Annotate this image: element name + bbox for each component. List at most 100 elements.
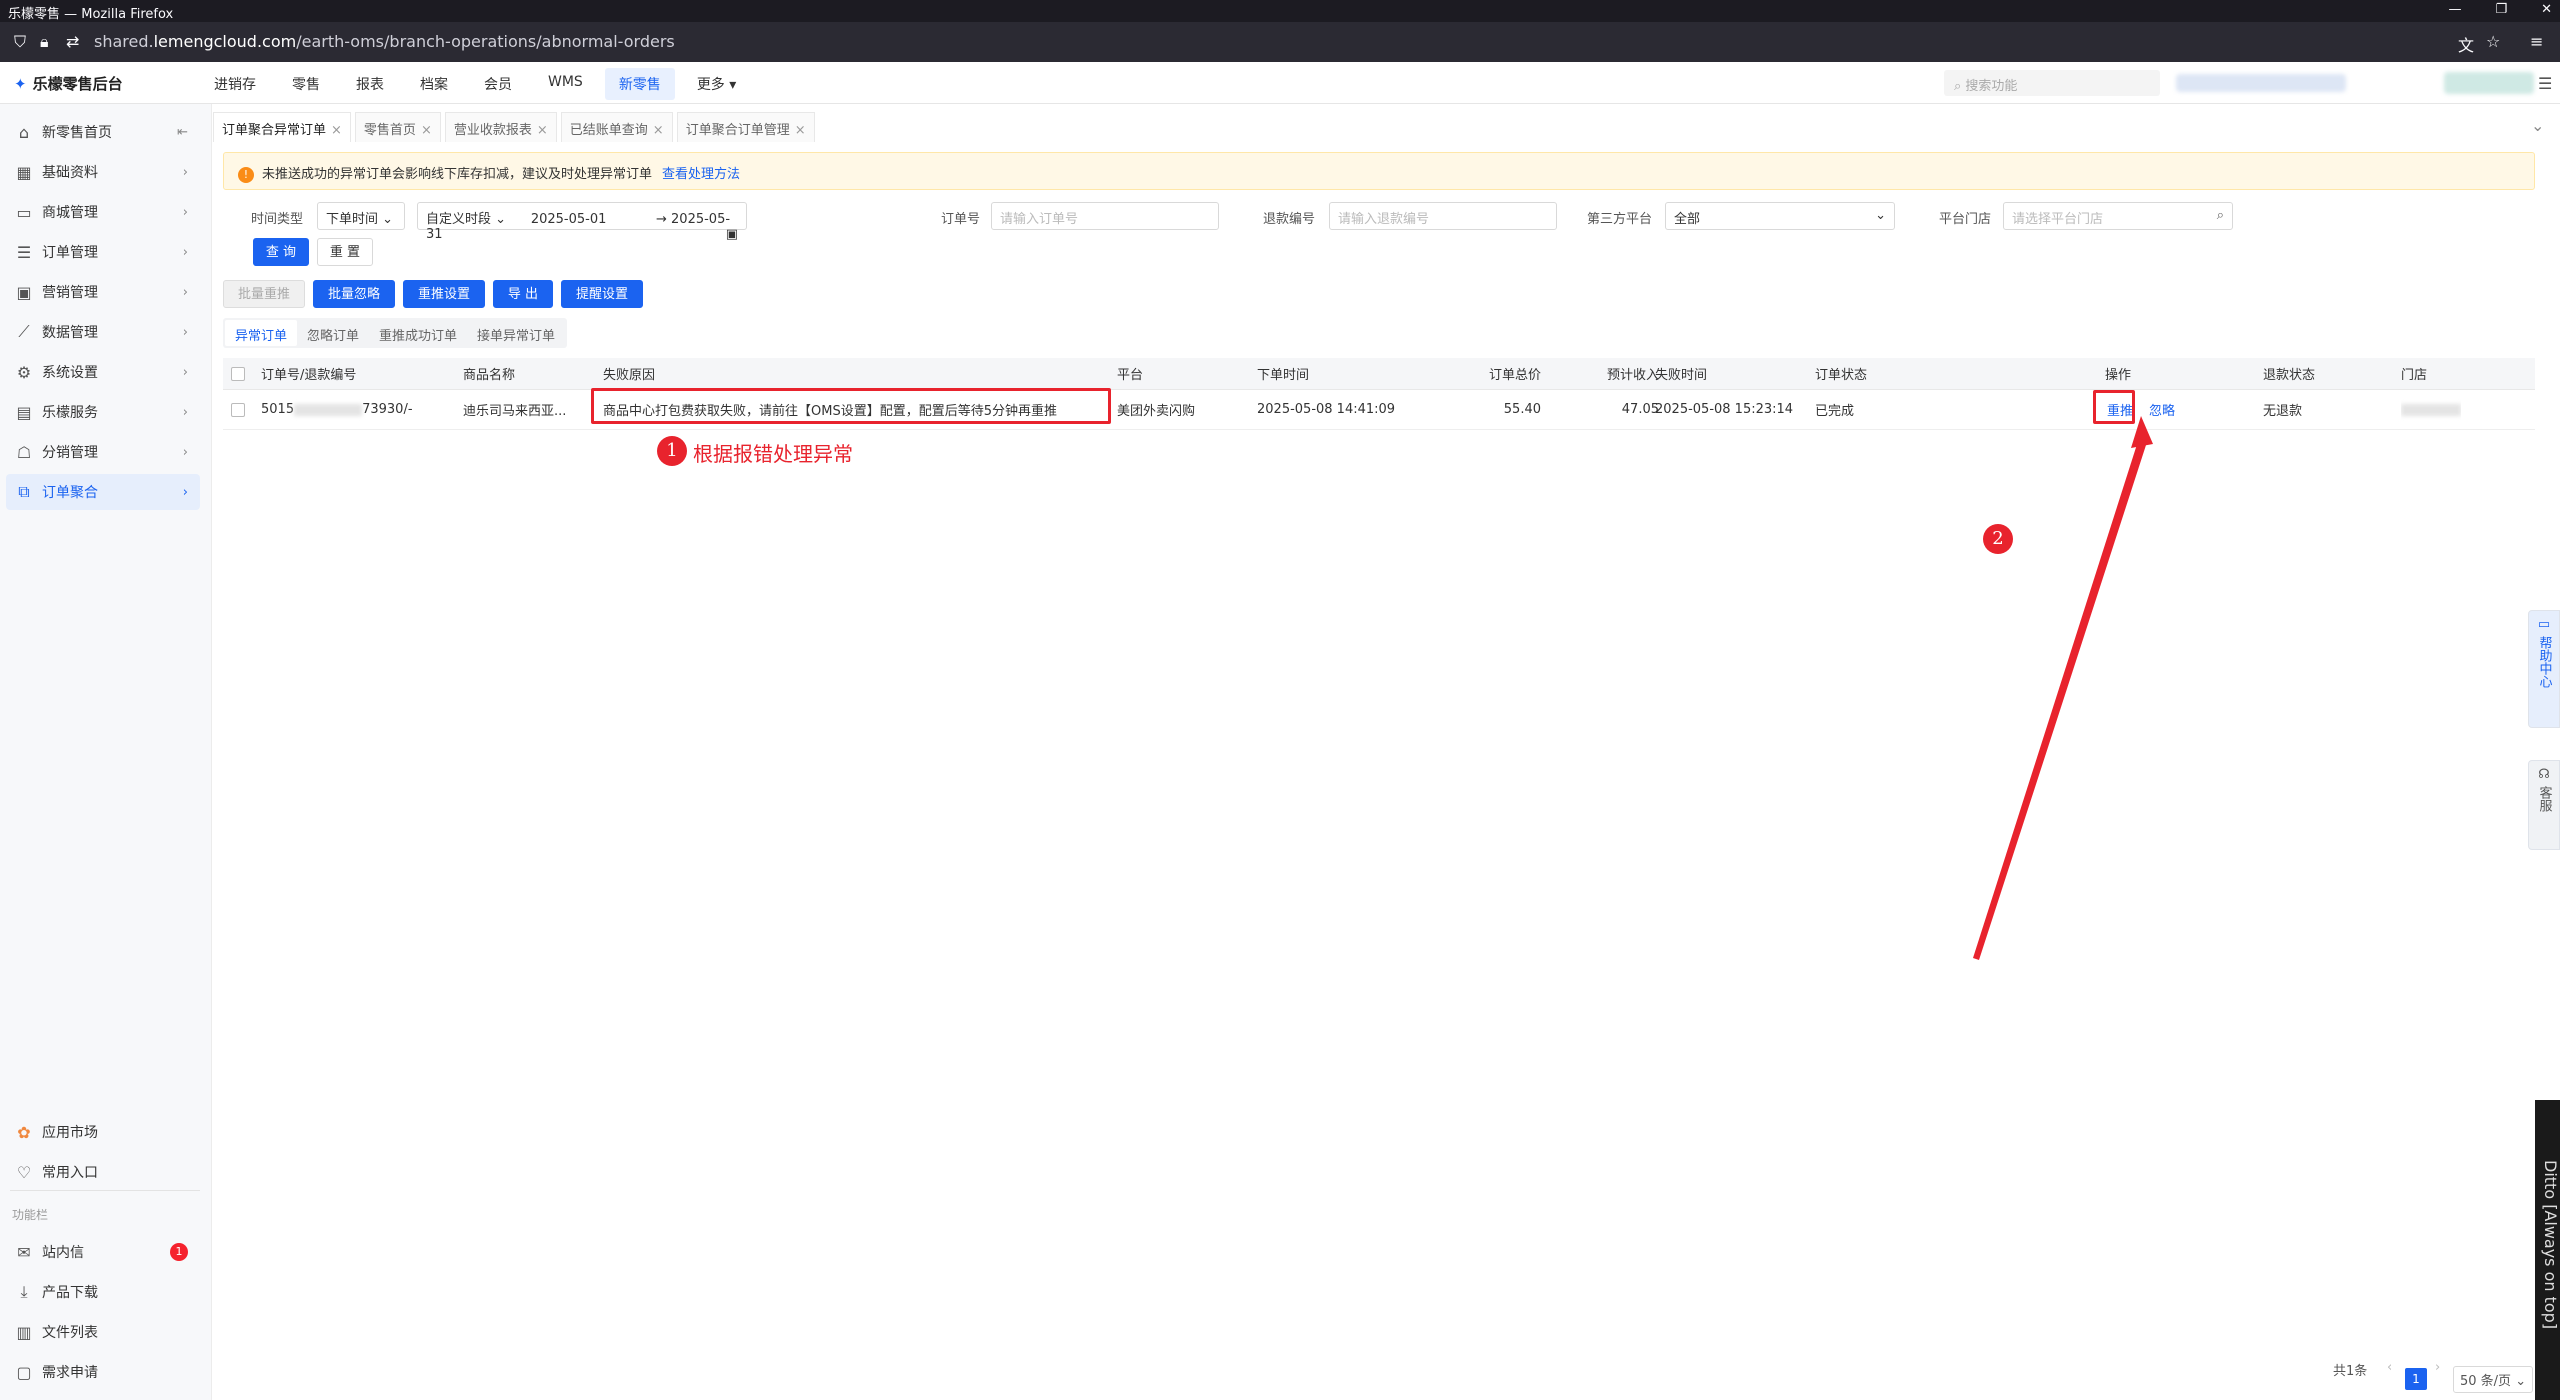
tab-order-management[interactable]: 订单聚合订单管理 × (676, 112, 815, 142)
translate-icon[interactable]: 文 (2458, 32, 2474, 56)
sidebar-item-favorites[interactable]: ♡ 常用入口 (6, 1154, 200, 1190)
col-status: 订单状态 (1815, 368, 1868, 383)
restore-icon[interactable]: ❐ (2495, 2, 2507, 17)
topnav-item[interactable]: 报表 (342, 68, 398, 100)
page-1-button[interactable]: 1 (2405, 1368, 2427, 1390)
prev-page-icon[interactable]: ‹ (2387, 1360, 2392, 1375)
chevron-right-icon: › (182, 484, 188, 500)
sidebar-item-orders[interactable]: ☰ 订单管理 › (6, 234, 200, 270)
select-all-checkbox[interactable] (231, 366, 245, 381)
cell-fail-time: 2025-05-08 15:23:14 (1655, 402, 1794, 417)
home-icon: ⌂ (18, 122, 30, 142)
retry-settings-button[interactable]: 重推设置 (403, 280, 485, 308)
aggregation-icon: ⧉ (18, 482, 30, 501)
subtab-abnormal[interactable]: 异常订单 (225, 320, 298, 346)
table-row: 5015 73930/- 迪乐司马来西亚... 商品中心打包费获取失败，请前往【O… (223, 390, 2535, 430)
batch-retry-button[interactable]: 批量重推 (223, 280, 305, 308)
sidebar-item-data[interactable]: ⟋ 数据管理 › (6, 314, 200, 350)
sidebar-item-messages[interactable]: ✉ 站内信 1 (6, 1234, 200, 1270)
service-icon: ▤ (16, 402, 32, 422)
page-size-select[interactable]: 50 条/页 ⌄ (2453, 1366, 2534, 1393)
store-label: 平台门店 (1939, 212, 1992, 227)
sidebar-item-basic-data[interactable]: ▦ 基础资料 › (6, 154, 200, 190)
permissions-icon[interactable]: ⇄ (66, 32, 79, 51)
reset-button[interactable]: 重 置 (317, 238, 373, 266)
store-select[interactable]: 请选择平台门店 ⌕ (2003, 202, 2233, 230)
sidebar-item-order-aggregation[interactable]: ⧉ 订单聚合 › (6, 474, 200, 510)
lock-icon[interactable]: 🔒︎ (40, 32, 49, 52)
close-icon: × (331, 123, 342, 138)
topnav-item-active[interactable]: 新零售 (604, 68, 675, 100)
chevron-down-icon: ⌄ (1875, 208, 1886, 223)
address-bar[interactable]: shared.lemengcloud.com/earth-oms/branch-… (94, 32, 675, 51)
col-fail-time: 失败时间 (1655, 368, 1708, 383)
close-window-icon[interactable]: ✕ (2541, 2, 2552, 17)
sidebar-item-download[interactable]: ⤓ 产品下载 (6, 1274, 200, 1310)
message-badge: 1 (170, 1243, 188, 1261)
topnav-more[interactable]: 更多 ▾ (683, 68, 750, 100)
reminder-settings-button[interactable]: 提醒设置 (561, 280, 643, 308)
batch-ignore-button[interactable]: 批量忽略 (313, 280, 395, 308)
sidebar-item-marketing[interactable]: ▣ 营销管理 › (6, 274, 200, 310)
date-range-picker[interactable]: 自定义时段 ⌄ 2025-05-01 → 2025-05-31 ▣ (417, 202, 747, 242)
sidebar-item-app-market[interactable]: ✿ 应用市场 (6, 1114, 200, 1150)
sidebar-item-settings[interactable]: ⚙ 系统设置 › (6, 354, 200, 390)
refund-no-input[interactable]: 请输入退款编号 (1329, 202, 1557, 230)
time-type-select[interactable]: 下单时间 ⌄ (317, 202, 405, 230)
close-icon: × (536, 123, 548, 138)
chevron-right-icon: › (182, 404, 188, 420)
close-icon: × (794, 123, 806, 138)
tabs-dropdown-icon[interactable]: ⌄ (2531, 116, 2544, 135)
col-reason: 失败原因 (603, 368, 656, 383)
col-total: 订单总价 (1488, 368, 1541, 383)
help-link[interactable]: 查看处理方法 (662, 167, 740, 182)
bookmark-star-icon[interactable]: ☆ (2486, 32, 2500, 51)
next-page-icon[interactable]: › (2435, 1360, 2440, 1375)
sidebar-item-mall[interactable]: ▭ 商城管理 › (6, 194, 200, 230)
app-menu-icon[interactable]: ☰ (2538, 74, 2552, 93)
chevron-right-icon: › (182, 324, 188, 340)
refund-no-label: 退款编号 (1263, 212, 1316, 227)
sidebar-item-requests[interactable]: ▢ 需求申请 (6, 1354, 200, 1390)
heart-icon: ♡ (16, 1162, 32, 1182)
cell-status: 已完成 (1815, 404, 1855, 419)
menu-icon[interactable]: ≡ (2530, 32, 2543, 51)
arrow-shaft (1973, 438, 2147, 960)
cell-refund-status: 无退款 (2263, 404, 2303, 419)
row-checkbox[interactable] (231, 402, 245, 417)
customer-service-float[interactable]: ☊ 客服 (2528, 760, 2560, 850)
sidebar-item-files[interactable]: ▥ 文件列表 (6, 1314, 200, 1350)
sidebar-item-service[interactable]: ▤ 乐檬服务 › (6, 394, 200, 430)
subtab-retry-success[interactable]: 重推成功订单 (369, 320, 467, 346)
subtab-accept-abnormal[interactable]: 接单异常订单 (467, 320, 565, 346)
third-platform-select[interactable]: 全部 ⌄ (1665, 202, 1895, 230)
blurred-account[interactable] (2444, 72, 2534, 94)
topnav-item[interactable]: WMS (534, 68, 597, 100)
mail-icon: ✉ (17, 1242, 31, 1262)
shield-icon[interactable]: ⛉ (14, 32, 26, 52)
query-button[interactable]: 查 询 (253, 238, 309, 266)
collapse-sidebar-icon[interactable]: ⇤ (177, 125, 188, 140)
minimize-icon[interactable]: — (2448, 2, 2461, 17)
app-logo[interactable]: ✦ 乐檬零售后台 (14, 73, 123, 94)
tab-abnormal-orders[interactable]: 订单聚合异常订单 × (213, 112, 351, 142)
tab-revenue-report[interactable]: 营业收款报表 × (444, 112, 557, 142)
sidebar-item-home[interactable]: ⌂ 新零售首页 ⇤ (6, 114, 200, 150)
topnav-item[interactable]: 档案 (406, 68, 462, 100)
subtab-ignored[interactable]: 忽略订单 (297, 320, 369, 346)
topnav-item[interactable]: 进销存 (200, 68, 270, 100)
tab-retail-home[interactable]: 零售首页 × (354, 112, 441, 142)
topnav-item[interactable]: 会员 (470, 68, 526, 100)
topnav-item[interactable]: 零售 (278, 68, 334, 100)
sidebar-item-distribution[interactable]: ☖ 分销管理 › (6, 434, 200, 470)
function-search-input[interactable]: ⌕ 搜索功能 (1944, 70, 2160, 96)
tab-settled-bills[interactable]: 已结账单查询 × (560, 112, 673, 142)
ditto-window[interactable]: Ditto [Always on top] (2535, 1100, 2560, 1400)
order-icon: ☰ (16, 242, 32, 262)
order-no-input[interactable]: 请输入订单号 (991, 202, 1219, 230)
col-store: 门店 (2401, 368, 2428, 383)
section-label: 功能栏 (12, 1208, 49, 1222)
cell-order-time: 2025-05-08 14:41:09 (1257, 402, 1396, 417)
help-center-float[interactable]: ▭ 帮助中心 (2528, 610, 2560, 728)
export-button[interactable]: 导 出 (493, 280, 553, 308)
